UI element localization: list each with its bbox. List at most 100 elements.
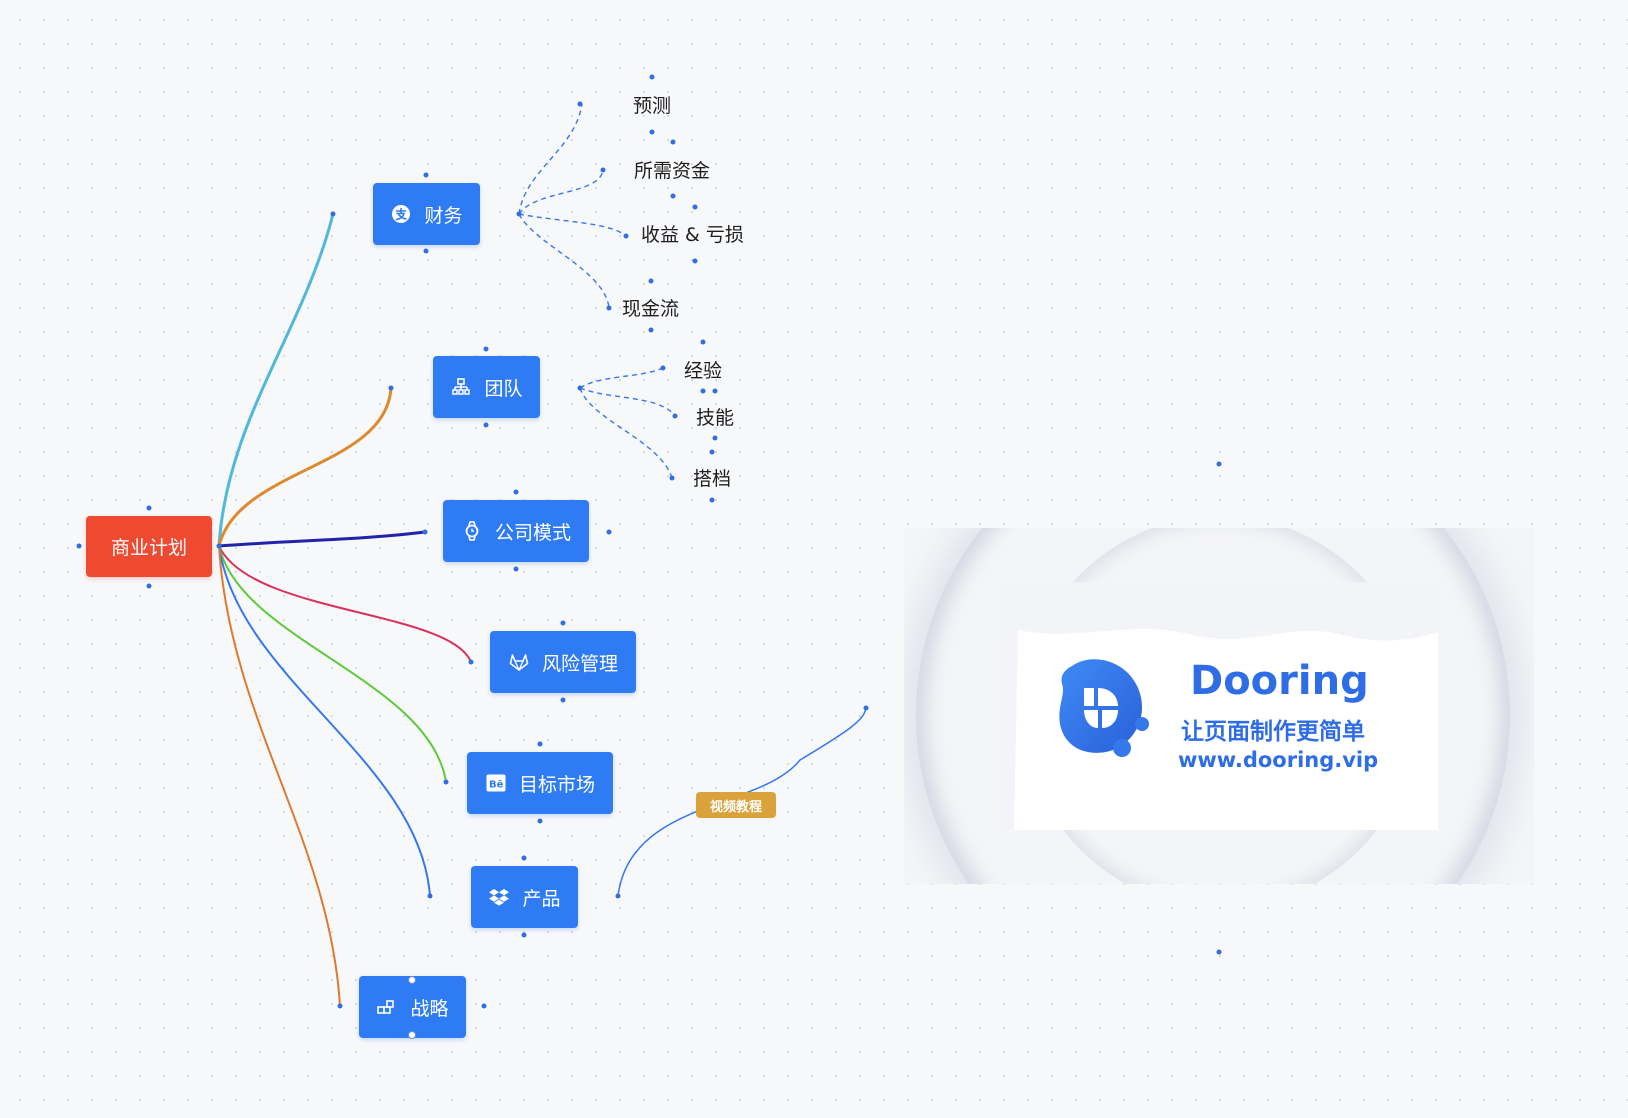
risk-anchor-left[interactable] <box>468 659 474 665</box>
finance-anchor-top[interactable] <box>423 172 429 178</box>
leaf-anchor[interactable] <box>649 74 655 80</box>
model-anchor-right[interactable] <box>606 529 612 535</box>
team-anchor-left[interactable] <box>388 385 394 391</box>
branch-node-strategy[interactable]: 战略 <box>359 976 466 1038</box>
blocks-icon <box>376 996 398 1018</box>
branch-label-risk-management: 风险管理 <box>541 652 618 675</box>
leaf-anchor[interactable] <box>692 258 698 264</box>
leaf-skills[interactable]: 技能 <box>696 403 734 430</box>
root-anchor-right[interactable] <box>216 543 222 549</box>
alipay-icon <box>390 203 412 225</box>
branch-label-finance: 财务 <box>424 204 463 227</box>
team-anchor-top[interactable] <box>483 346 489 352</box>
root-anchor-left[interactable] <box>76 543 82 549</box>
leaf-cash-flow[interactable]: 现金流 <box>622 294 679 321</box>
dooring-brand: Dooring <box>1190 658 1369 704</box>
branch-node-team[interactable]: 团队 <box>433 356 540 418</box>
strategy-resize-handle-bottom[interactable] <box>408 1031 416 1039</box>
leaf-anchor[interactable] <box>606 305 612 311</box>
leaf-anchor[interactable] <box>623 233 629 239</box>
model-anchor-bottom[interactable] <box>513 566 519 572</box>
leaf-anchor[interactable] <box>672 413 678 419</box>
leaf-anchor[interactable] <box>712 388 718 394</box>
finance-anchor-bottom[interactable] <box>423 248 429 254</box>
market-anchor-top[interactable] <box>537 741 543 747</box>
mindmap-canvas[interactable]: 商业计划 财务 预测 所需资金 收益 & 亏损 现金流 团队 经验 技能 搭档 … <box>0 0 1628 1118</box>
root-node[interactable]: 商业计划 <box>86 516 212 577</box>
leaf-anchor[interactable] <box>692 204 698 210</box>
image-anchor-bottom[interactable] <box>1216 949 1222 955</box>
model-anchor-top[interactable] <box>513 489 519 495</box>
dooring-slogan: 让页面制作更简单 <box>1181 719 1365 745</box>
branch-node-risk-management[interactable]: 风险管理 <box>490 631 636 693</box>
risk-anchor-top[interactable] <box>560 620 566 626</box>
product-anchor-top[interactable] <box>521 855 527 861</box>
leaf-anchor[interactable] <box>670 139 676 145</box>
strategy-anchor-right[interactable] <box>481 1003 487 1009</box>
team-anchor-bottom[interactable] <box>483 422 489 428</box>
root-node-label: 商业计划 <box>110 537 187 559</box>
leaf-anchor[interactable] <box>709 497 715 503</box>
product-anchor-left[interactable] <box>427 893 433 899</box>
leaf-profit-loss[interactable]: 收益 & 亏损 <box>641 220 744 247</box>
market-anchor-bottom[interactable] <box>537 818 543 824</box>
edge-root-risk <box>218 545 472 663</box>
behance-icon: Bē <box>485 772 507 794</box>
leaf-anchor[interactable] <box>649 129 655 135</box>
video-tutorial-tag[interactable]: 视频教程 <box>696 792 776 818</box>
branch-node-product[interactable]: 产品 <box>471 866 578 928</box>
risk-anchor-bottom[interactable] <box>560 697 566 703</box>
gitlab-icon <box>508 651 530 673</box>
leaf-anchor[interactable] <box>709 449 715 455</box>
svg-text:Bē: Bē <box>489 780 504 791</box>
leaf-anchor[interactable] <box>700 388 706 394</box>
leaf-anchor[interactable] <box>660 365 666 371</box>
branch-node-target-market[interactable]: Bē 目标市场 <box>467 752 613 814</box>
leaf-anchor[interactable] <box>700 339 706 345</box>
finance-anchor-left[interactable] <box>330 211 336 217</box>
leaf-experience[interactable]: 经验 <box>684 356 722 383</box>
edge-root-team <box>217 387 393 547</box>
finance-anchor-right[interactable] <box>516 211 522 217</box>
model-anchor-left[interactable] <box>422 529 428 535</box>
edge-root-strategy <box>218 545 341 1007</box>
product-anchor-bottom[interactable] <box>521 932 527 938</box>
leaf-anchor[interactable] <box>712 435 718 441</box>
link-end-anchor[interactable] <box>863 705 869 711</box>
edge-finance-forecast <box>518 103 583 215</box>
product-anchor-right[interactable] <box>615 893 621 899</box>
strategy-resize-handle-top[interactable] <box>408 976 416 984</box>
edge-root-market <box>218 545 447 783</box>
edge-root-product <box>218 545 431 897</box>
dooring-logo-icon <box>1059 659 1149 757</box>
dooring-url[interactable]: www.dooring.vip <box>1178 748 1378 772</box>
root-anchor-top[interactable] <box>146 505 152 511</box>
strategy-anchor-left[interactable] <box>337 1003 343 1009</box>
edge-team-partner <box>579 387 673 479</box>
root-anchor-bottom[interactable] <box>146 583 152 589</box>
team-anchor-right[interactable] <box>577 385 583 391</box>
dooring-promo-card[interactable]: Dooring 让页面制作更简单 www.dooring.vip <box>998 582 1438 830</box>
dropbox-icon <box>488 886 510 908</box>
edge-finance-cashflow <box>518 213 610 309</box>
leaf-anchor[interactable] <box>600 167 606 173</box>
leaf-partner[interactable]: 搭档 <box>693 464 731 491</box>
org-chart-icon <box>450 376 472 398</box>
edge-root-model <box>218 530 426 548</box>
leaf-anchor[interactable] <box>648 327 654 333</box>
market-anchor-left[interactable] <box>443 779 449 785</box>
branch-label-strategy: 战略 <box>410 997 449 1020</box>
leaf-anchor[interactable] <box>577 101 583 107</box>
leaf-anchor[interactable] <box>648 278 654 284</box>
leaf-anchor[interactable] <box>670 193 676 199</box>
branch-node-business-model[interactable]: 公司模式 <box>443 500 589 562</box>
leaf-forecast[interactable]: 预测 <box>633 91 671 118</box>
edge-team-experience <box>579 367 664 389</box>
leaf-anchor[interactable] <box>669 475 675 481</box>
edge-root-finance <box>217 213 335 547</box>
leaf-required-funds[interactable]: 所需资金 <box>634 156 710 183</box>
branch-node-finance[interactable]: 财务 <box>373 183 480 245</box>
image-anchor-top[interactable] <box>1216 461 1222 467</box>
edge-team-skills <box>579 387 676 417</box>
edge-finance-funds <box>518 169 604 215</box>
